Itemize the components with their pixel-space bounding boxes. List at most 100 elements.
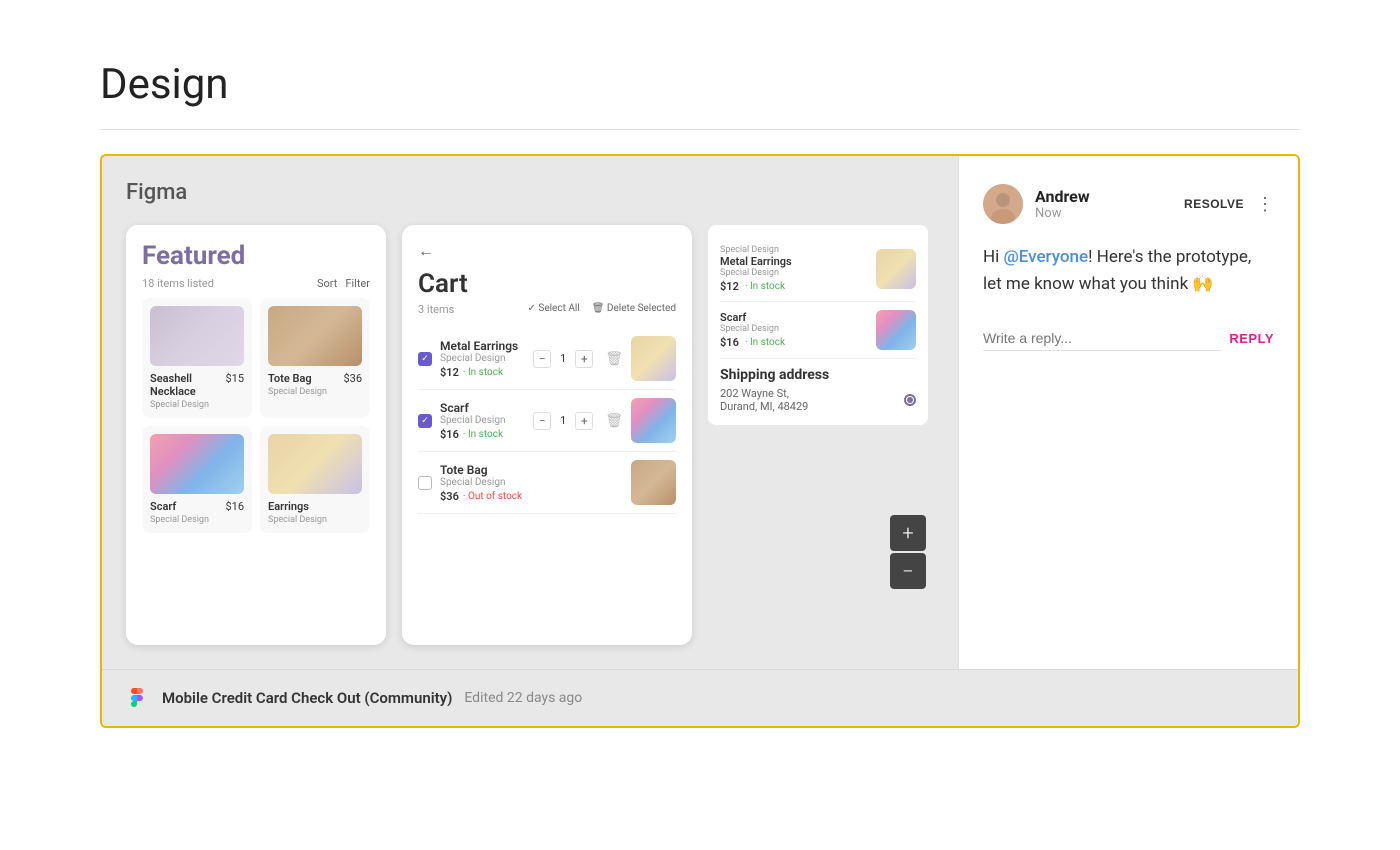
divider [100, 129, 1300, 130]
partial-item-image [876, 249, 916, 289]
featured-subtitle: 18 items listed Sort Filter [142, 277, 370, 290]
partial-price-row: $12 · In stock [720, 280, 868, 293]
partial-item-info: Scarf Special Design $16 · In stock [720, 311, 868, 349]
list-item[interactable]: Seashell Necklace $15 Special Design [142, 298, 252, 418]
cart-item-brand: Special Design [440, 415, 525, 426]
figma-icon [126, 686, 150, 710]
radio-button[interactable] [904, 394, 916, 406]
figma-previews: Featured 18 items listed Sort Filter [126, 225, 934, 645]
featured-title: Featured [142, 241, 370, 271]
partial-price: $12 [720, 280, 739, 293]
featured-products-grid: Seashell Necklace $15 Special Design [142, 298, 370, 533]
qty-decrease-btn[interactable]: − [533, 412, 551, 430]
necklace-image [150, 306, 244, 366]
shipping-address-row: 202 Wayne St, Durand, MI, 48429 [720, 387, 916, 413]
cart-checkbox-checked[interactable]: ✓ [418, 414, 432, 428]
cart-item-brand: Special Design [440, 477, 623, 488]
list-item[interactable]: Scarf $16 Special Design [142, 426, 252, 533]
list-item[interactable]: Tote Bag $36 Special Design [260, 298, 370, 418]
cart-item-info: Tote Bag Special Design $36 · Out of sto… [440, 463, 623, 503]
qty-decrease-btn[interactable]: − [533, 350, 551, 368]
tote-image [268, 306, 362, 366]
address-line1: 202 Wayne St, [720, 387, 808, 400]
figma-label: Figma [126, 180, 934, 205]
qty-increase-btn[interactable]: + [575, 350, 593, 368]
partial-brand: Special Design [720, 324, 868, 334]
page-container: Design Figma Featured 18 items listed So… [0, 0, 1400, 788]
partial-brand: Special Design [720, 245, 868, 255]
product-tag: Special Design [150, 400, 244, 410]
more-options-button[interactable]: ⋮ [1256, 194, 1274, 215]
stock-badge: · In stock [463, 429, 503, 440]
earrings-thumb [631, 336, 676, 381]
comment-panel: Andrew Now RESOLVE ⋮ Hi @Everyone! Here'… [958, 156, 1298, 669]
stock-badge: · In stock [463, 367, 503, 378]
list-item: Scarf Special Design $16 · In stock [720, 302, 916, 359]
radio-inner [907, 397, 913, 403]
delete-item-btn[interactable]: 🗑 [605, 351, 623, 367]
resolve-button[interactable]: RESOLVE [1184, 197, 1244, 211]
filter-btn[interactable]: Filter [345, 277, 370, 290]
price-value: $16 [440, 428, 459, 441]
select-all-btn[interactable]: ✓ Select All [528, 303, 580, 316]
comment-mention[interactable]: @Everyone [1003, 247, 1088, 267]
product-price: $36 [343, 372, 362, 385]
list-item[interactable]: Earrings Special Design [260, 426, 370, 533]
sort-btn[interactable]: Sort [317, 277, 337, 290]
cart-meta: 3 items ✓ Select All 🗑 Delete Selected [418, 303, 676, 316]
qty-controls: − 1 + [533, 412, 593, 430]
product-image [268, 306, 362, 366]
list-item: Tote Bag Special Design $36 · Out of sto… [418, 452, 676, 514]
partial-stock: · In stock [745, 337, 785, 348]
cart-item-info: Scarf Special Design $16 · In stock [440, 401, 525, 441]
qty-value: 1 [555, 352, 571, 365]
items-count: 18 items listed [142, 277, 214, 290]
product-tag: Special Design [150, 515, 244, 525]
back-button[interactable]: ← [418, 241, 676, 261]
scarf-thumb-right [876, 310, 916, 350]
product-name-price: Tote Bag $36 [268, 372, 362, 385]
reply-button[interactable]: REPLY [1229, 331, 1274, 346]
main-card: Figma Featured 18 items listed Sort Filt… [100, 154, 1300, 728]
delete-item-btn[interactable]: 🗑 [605, 413, 623, 429]
page-title: Design [100, 60, 1300, 109]
filter-buttons: Sort Filter [317, 277, 370, 290]
shipping-address: 202 Wayne St, Durand, MI, 48429 [720, 387, 808, 413]
zoom-in-button[interactable]: + [890, 515, 926, 551]
qty-increase-btn[interactable]: + [575, 412, 593, 430]
list-item: Special Design Metal Earrings Special De… [720, 237, 916, 302]
product-name-price: Scarf $16 [150, 500, 244, 513]
cart-checkbox-checked[interactable]: ✓ [418, 352, 432, 366]
cart-item-name: Scarf [440, 401, 525, 415]
cart-checkbox-unchecked[interactable] [418, 476, 432, 490]
featured-screen: Featured 18 items listed Sort Filter [126, 225, 386, 645]
product-name-price: Earrings [268, 500, 362, 513]
comment-prefix: Hi [983, 247, 1003, 267]
comment-body: Hi @Everyone! Here's the prototype, let … [983, 244, 1274, 298]
delete-selected-btn[interactable]: 🗑 Delete Selected [592, 303, 676, 316]
reply-input[interactable] [983, 326, 1221, 351]
comment-time: Now [1035, 206, 1172, 221]
qty-controls: − 1 + [533, 350, 593, 368]
comment-author-info: Andrew Now [1035, 187, 1172, 221]
scarf-thumb [631, 398, 676, 443]
comment-header: Andrew Now RESOLVE ⋮ [983, 184, 1274, 224]
partial-price: $16 [720, 336, 739, 349]
cart-item-info: Metal Earrings Special Design $12 · In s… [440, 339, 525, 379]
earrings-image [268, 434, 362, 494]
cart-item-price-row: $12 · In stock [440, 366, 525, 379]
product-image [268, 434, 362, 494]
scarf-image [150, 434, 244, 494]
avatar [983, 184, 1023, 224]
footer-filename: Mobile Credit Card Check Out (Community) [162, 689, 452, 707]
cart-item-price-row: $16 · In stock [440, 428, 525, 441]
product-name: Earrings [268, 500, 309, 513]
zoom-out-button[interactable]: − [890, 553, 926, 589]
earrings-thumb-right [876, 249, 916, 289]
cart-item-name: Metal Earrings [440, 339, 525, 353]
cart-item-price-row: $36 · Out of stock [440, 490, 623, 503]
partial-item-name: Metal Earrings [720, 255, 868, 268]
right-partial-screen: Special Design Metal Earrings Special De… [708, 225, 928, 425]
qty-value: 1 [555, 414, 571, 427]
product-name: Seashell Necklace [150, 372, 225, 398]
